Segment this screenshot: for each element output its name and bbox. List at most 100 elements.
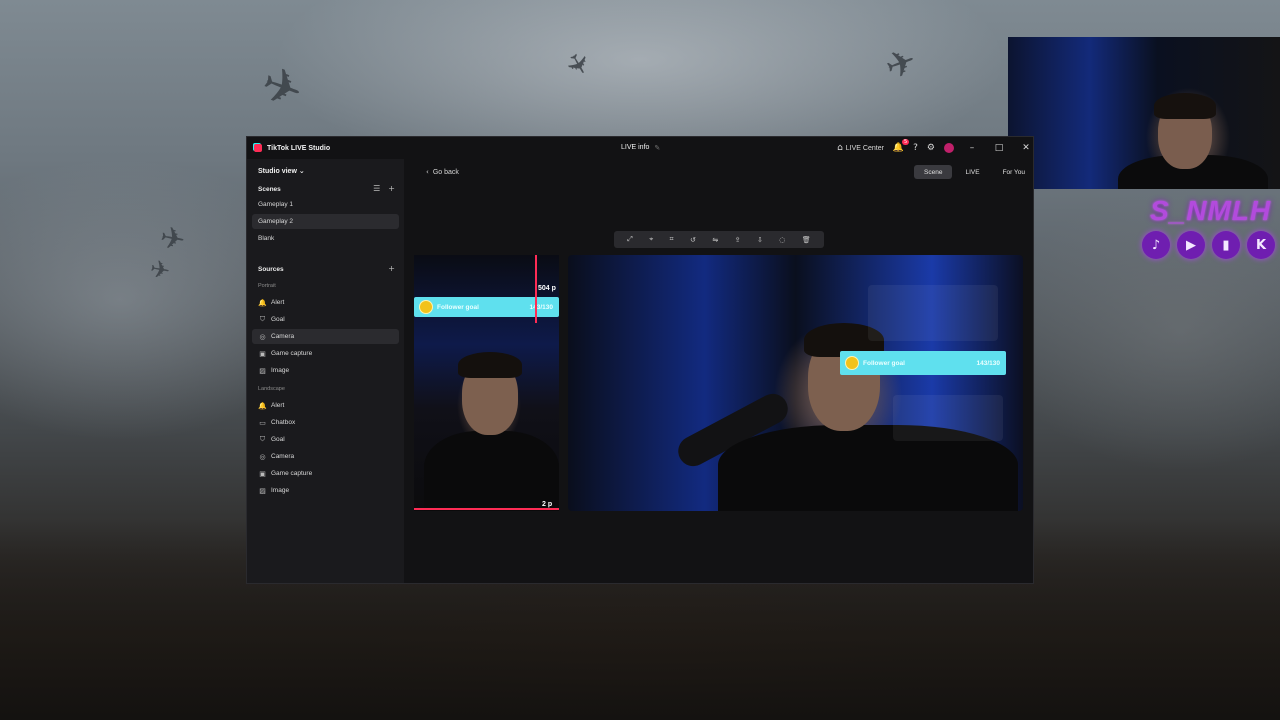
rotate-icon[interactable]: ↺ (690, 236, 696, 244)
source-item[interactable]: ▨ Image (252, 483, 399, 498)
follower-goal-widget[interactable]: Follower goal 143/130 (414, 297, 559, 317)
kick-icon: K (1247, 231, 1275, 259)
sidebar: Studio view ⌄ Scenes ☰ + Gameplay 1 Game… (247, 159, 404, 583)
go-back-label: Go back (432, 168, 459, 176)
source-item[interactable]: 🔔 Alert (252, 398, 399, 413)
view-tabs: Scene LIVE For You (914, 165, 1033, 179)
alignment-guide-vertical (535, 255, 537, 323)
edit-icon[interactable]: ✎ (654, 144, 660, 152)
notifications-button[interactable]: 🔔 5 (893, 139, 910, 153)
source-item[interactable]: 🔔 Alert (252, 295, 399, 310)
source-label: Game capture (271, 470, 313, 477)
notification-badge: 5 (901, 139, 910, 145)
coin-icon (846, 357, 858, 369)
crop-icon[interactable]: ⌗ (670, 235, 674, 244)
source-item[interactable]: ▭ Chatbox (252, 415, 399, 430)
fit-icon[interactable]: ⤢ (627, 235, 633, 244)
chatbox-placeholder (893, 395, 1003, 441)
maximize-button[interactable]: □ (990, 143, 1008, 153)
helicopter-icon: ✈ (157, 220, 188, 259)
gamepad-icon: ▣ (259, 469, 266, 478)
tiktok-icon: ♪ (1142, 231, 1170, 259)
scenes-actions: ☰ + (373, 184, 395, 193)
source-label: Chatbox (271, 419, 296, 426)
scene-label: Blank (258, 235, 275, 242)
chevron-down-icon: ⌄ (298, 167, 305, 175)
close-button[interactable]: ✕ (1017, 143, 1033, 153)
source-item[interactable]: ⛉ Goal (252, 312, 399, 327)
shield-icon: ⛉ (259, 315, 266, 323)
source-item[interactable]: ▨ Image (252, 363, 399, 378)
source-label: Camera (271, 453, 295, 460)
live-info[interactable]: LIVE info ✎ (621, 144, 660, 152)
image-icon: ▨ (259, 366, 266, 375)
tab-live[interactable]: LIVE (955, 165, 989, 179)
main-area: ‹ Go back Scene LIVE For You ⤢ ⌖ ⌗ ↺ ⇋ ⇪… (404, 159, 1033, 583)
source-label: Alert (271, 402, 285, 409)
coin-icon (420, 301, 432, 313)
flip-icon[interactable]: ⇋ (712, 236, 718, 244)
portrait-group-label: Portrait (258, 283, 276, 289)
minimize-button[interactable]: – (963, 143, 981, 153)
avatar[interactable] (944, 143, 954, 153)
webcam-overlay (1008, 37, 1280, 189)
landscape-preview[interactable]: Follower goal 143/130 (568, 255, 1023, 511)
scene-item[interactable]: Blank (252, 231, 399, 246)
source-item[interactable]: ◎ Camera (252, 449, 399, 464)
source-item[interactable]: ⛉ Goal (252, 432, 399, 447)
alignment-guide-horizontal (414, 508, 559, 510)
image-icon: ▨ (259, 486, 266, 495)
camera-icon: ◎ (259, 332, 266, 341)
source-label: Game capture (271, 350, 313, 357)
live-info-label[interactable]: LIVE info (621, 144, 649, 152)
delete-icon[interactable]: 🗑 (802, 236, 811, 244)
goal-count: 143/130 (976, 359, 1001, 367)
app-title: TikTok LIVE Studio (267, 144, 331, 152)
source-label: Alert (271, 299, 285, 306)
live-center-label: LIVE Center (845, 144, 884, 152)
go-back-button[interactable]: ‹ Go back (426, 168, 459, 176)
list-icon[interactable]: ☰ (373, 184, 380, 193)
scenes-header: Scenes (258, 186, 281, 193)
add-scene-button[interactable]: + (388, 184, 395, 193)
tab-scene[interactable]: Scene (914, 165, 953, 179)
goal-count: 143/130 (529, 303, 554, 311)
source-item[interactable]: ▣ Game capture (252, 466, 399, 481)
source-item-selected[interactable]: ◎ Camera (252, 329, 399, 344)
jet-icon: ✈ (557, 46, 598, 83)
follower-goal-widget[interactable]: Follower goal 143/130 (840, 351, 1006, 375)
scene-item-selected[interactable]: Gameplay 2 (252, 214, 399, 229)
tiktok-logo-icon (254, 144, 262, 152)
add-source-button[interactable]: + (388, 264, 395, 273)
landscape-group-label: Landscape (258, 386, 285, 392)
source-label: Goal (271, 436, 285, 443)
tab-for-you[interactable]: For You (993, 165, 1033, 179)
camera-icon: ◎ (259, 452, 266, 461)
settings-icon[interactable]: ⚙ (927, 143, 935, 153)
source-item[interactable]: ▣ Game capture (252, 346, 399, 361)
source-label: Image (271, 487, 290, 494)
source-label: Goal (271, 316, 285, 323)
portrait-preview[interactable]: Follower goal 143/130 504 p 2 p (414, 255, 559, 511)
social-icons: ♪ ▶ ▮ K (1142, 231, 1275, 259)
sources-header: Sources (258, 266, 284, 273)
layer-up-icon[interactable]: ⇪ (735, 236, 741, 244)
goal-label: Follower goal (437, 303, 479, 311)
help-icon[interactable]: ? (913, 143, 918, 153)
sources-actions: + (388, 264, 395, 273)
guide-distance-bottom: 2 p (542, 501, 553, 508)
alert-placeholder (868, 285, 998, 341)
goal-label: Follower goal (863, 359, 905, 367)
transform-toolbar: ⤢ ⌖ ⌗ ↺ ⇋ ⇪ ⇩ ◌ 🗑 (614, 231, 824, 248)
anchor-icon[interactable]: ⌖ (649, 235, 653, 244)
filter-icon[interactable]: ◌ (779, 236, 785, 244)
guide-distance-top: 504 p (538, 285, 556, 292)
bell-icon: 🔔 (258, 401, 267, 410)
scene-item[interactable]: Gameplay 1 (252, 197, 399, 212)
helicopter-icon: ✈ (147, 254, 173, 286)
live-center-button[interactable]: ⌂ LIVE Center (837, 143, 884, 153)
twitch-icon: ▮ (1212, 231, 1240, 259)
layer-down-icon[interactable]: ⇩ (757, 236, 763, 244)
jet-icon: ✈ (253, 54, 311, 122)
studio-view-dropdown[interactable]: Studio view ⌄ (258, 167, 305, 175)
